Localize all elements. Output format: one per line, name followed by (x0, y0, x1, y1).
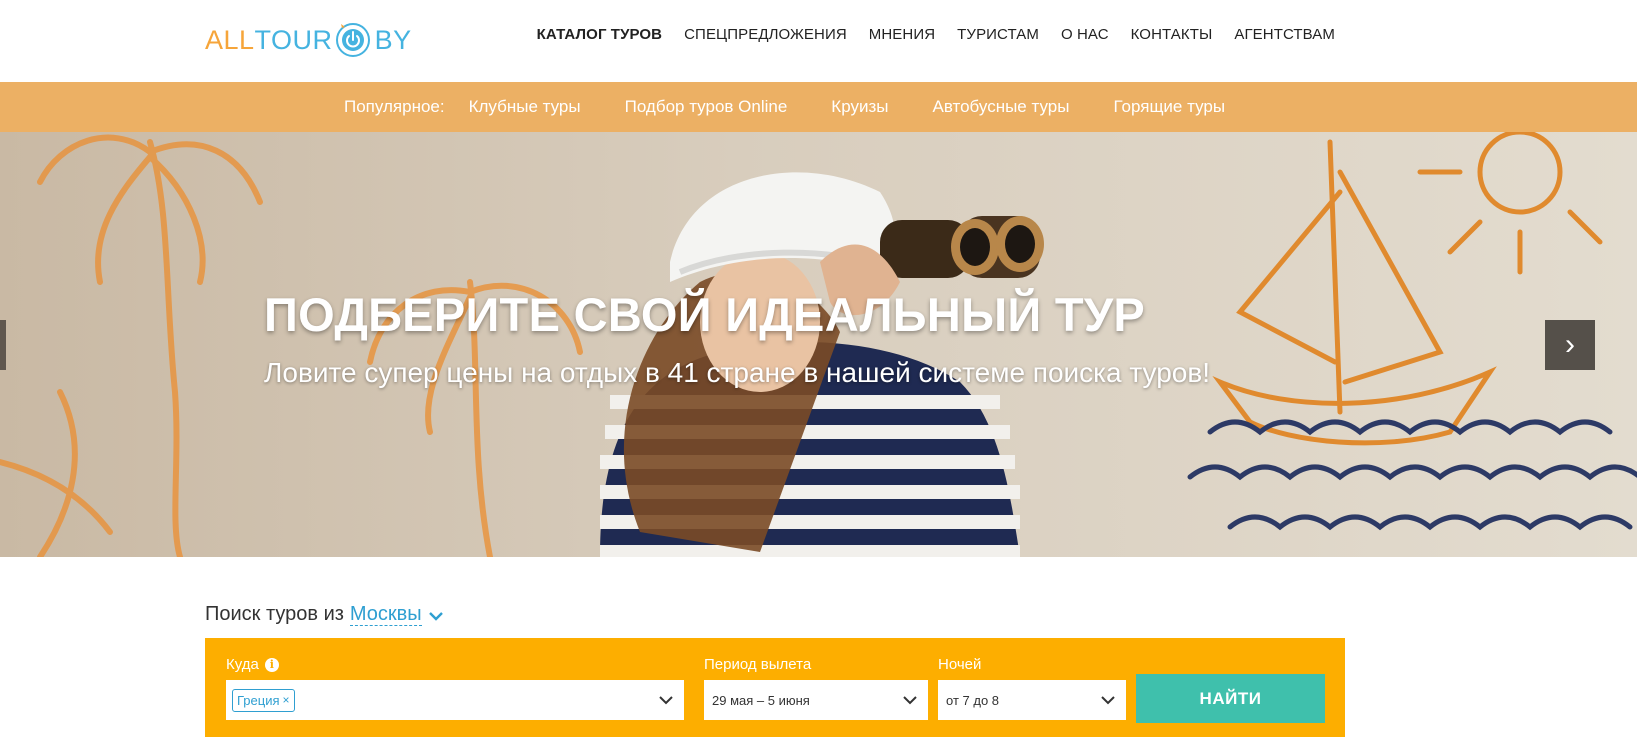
chevron-down-icon[interactable] (428, 607, 444, 623)
nav-item-reviews[interactable]: МНЕНИЯ (869, 26, 935, 43)
nav-item-agencies[interactable]: АГЕНТСТВАМ (1234, 26, 1335, 43)
site-header: ALL TOUR BY КАТАЛОГ ТУРОВ СПЕЦПРЕДЛОЖЕНИ… (0, 0, 1637, 82)
site-logo[interactable]: ALL TOUR BY (205, 20, 412, 60)
nav-item-special-offers[interactable]: СПЕЦПРЕДЛОЖЕНИЯ (684, 26, 847, 43)
nights-value: от 7 до 8 (946, 692, 1000, 708)
popular-bar: Популярное: Клубные туры Подбор туров On… (0, 82, 1637, 132)
search-submit-button[interactable]: НАЙТИ (1136, 674, 1325, 723)
popular-item-cruises[interactable]: Круизы (831, 97, 888, 117)
popular-item-club-tours[interactable]: Клубные туры (469, 97, 581, 117)
departure-city-selector[interactable]: Москвы (349, 603, 422, 626)
nav-item-catalog[interactable]: КАТАЛОГ ТУРОВ (537, 26, 662, 43)
destination-tag: Греция × (232, 688, 295, 712)
hero-background-image (0, 132, 1637, 557)
destination-field[interactable]: Греция × (226, 680, 684, 720)
popular-item-hot-tours[interactable]: Горящие туры (1113, 97, 1225, 117)
destination-tag-label: Греция (237, 692, 280, 708)
nav-item-tourists[interactable]: ТУРИСТАМ (957, 26, 1039, 43)
logo-text-tour: TOUR (254, 24, 333, 55)
hero-banner: ПОДБЕРИТЕ СВОЙ ИДЕАЛЬНЫЙ ТУР Ловите супе… (0, 132, 1637, 557)
popular-item-bus-tours[interactable]: Автобусные туры (932, 97, 1069, 117)
search-heading: Поиск туров из Москвы (205, 603, 444, 626)
destination-label-text: Куда (226, 656, 259, 673)
search-heading-prefix: Поиск туров из (205, 603, 344, 625)
popular-item-online-search[interactable]: Подбор туров Online (625, 97, 788, 117)
chevron-down-icon[interactable] (1100, 692, 1116, 708)
hero-prev-button[interactable] (0, 320, 6, 370)
departure-period-select[interactable]: 29 мая – 5 июня (704, 680, 928, 720)
tour-search-form: Куда i Греция × Период вылета 29 мая – 5… (205, 638, 1345, 737)
hero-subtitle: Ловите супер цены на отдых в 41 стране в… (264, 357, 1211, 388)
logo-text-by: BY (374, 24, 412, 55)
departure-period-value: 29 мая – 5 июня (712, 692, 810, 708)
remove-tag-icon[interactable]: × (283, 693, 290, 707)
chevron-down-icon[interactable] (902, 692, 918, 708)
hero-next-button[interactable]: › (1545, 320, 1595, 370)
power-icon (335, 22, 371, 58)
logo-text-all: ALL (205, 24, 255, 55)
chevron-down-icon[interactable] (658, 692, 674, 708)
period-label: Период вылета (704, 656, 812, 673)
main-nav: КАТАЛОГ ТУРОВ СПЕЦПРЕДЛОЖЕНИЯ МНЕНИЯ ТУР… (515, 26, 1335, 43)
nav-item-contacts[interactable]: КОНТАКТЫ (1131, 26, 1213, 43)
popular-label: Популярное: (344, 97, 445, 116)
destination-label: Куда i (226, 656, 279, 673)
nights-select[interactable]: от 7 до 8 (938, 680, 1126, 720)
nights-label: Ночей (938, 656, 982, 673)
info-icon[interactable]: i (264, 657, 279, 672)
nav-item-about[interactable]: О НАС (1061, 26, 1109, 43)
hero-title: ПОДБЕРИТЕ СВОЙ ИДЕАЛЬНЫЙ ТУР (264, 288, 1146, 341)
